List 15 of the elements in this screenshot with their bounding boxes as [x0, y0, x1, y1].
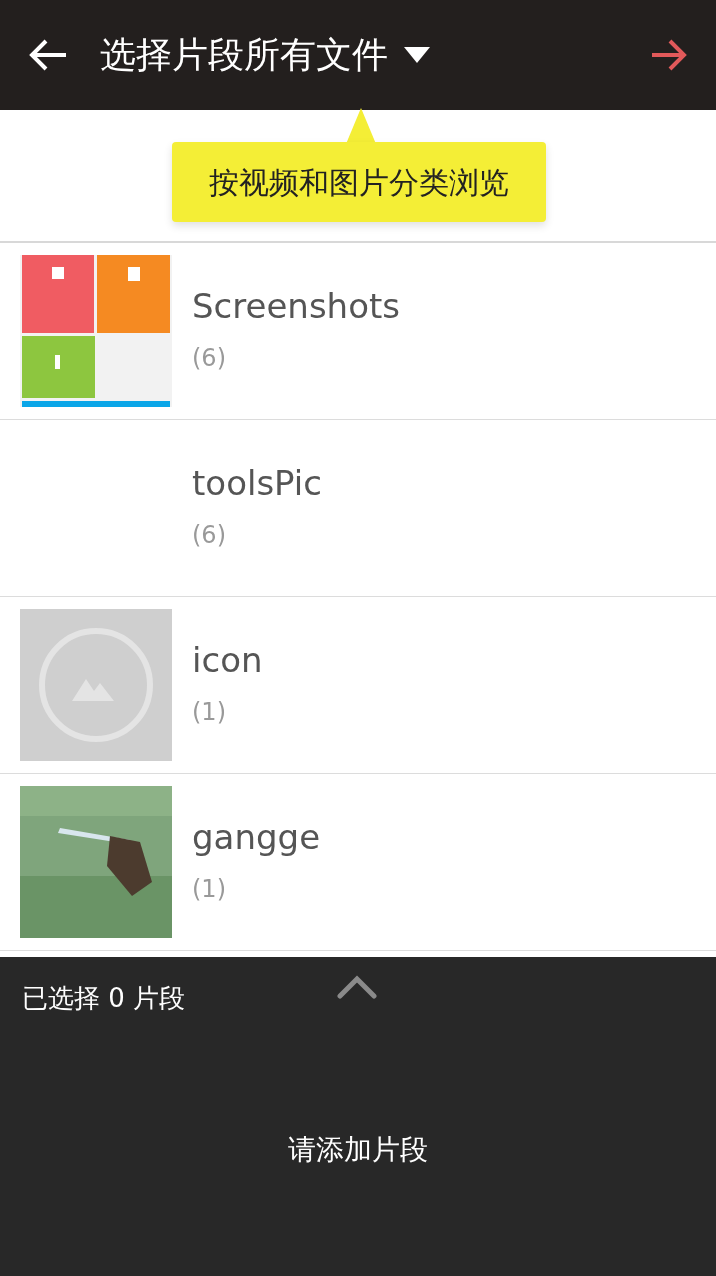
expand-icon[interactable]: [337, 975, 377, 999]
tooltip: 按视频和图片分类浏览: [172, 142, 546, 222]
back-icon[interactable]: [28, 38, 68, 72]
next-icon[interactable]: [650, 38, 688, 72]
album-name[interactable]: toolsPic: [192, 462, 322, 504]
album-count: (6): [192, 343, 227, 375]
selection-count: 已选择 0 片段: [22, 982, 186, 1015]
album-name[interactable]: gangge: [192, 816, 321, 858]
caret-icon: [404, 47, 430, 63]
album-count: (1): [192, 697, 227, 729]
album-count: (1): [192, 874, 227, 906]
album-name[interactable]: Screenshots: [192, 285, 400, 327]
album-name[interactable]: icon: [192, 639, 263, 681]
album-count: (6): [192, 520, 227, 552]
empty-message: 请添加片段: [287, 1132, 429, 1168]
